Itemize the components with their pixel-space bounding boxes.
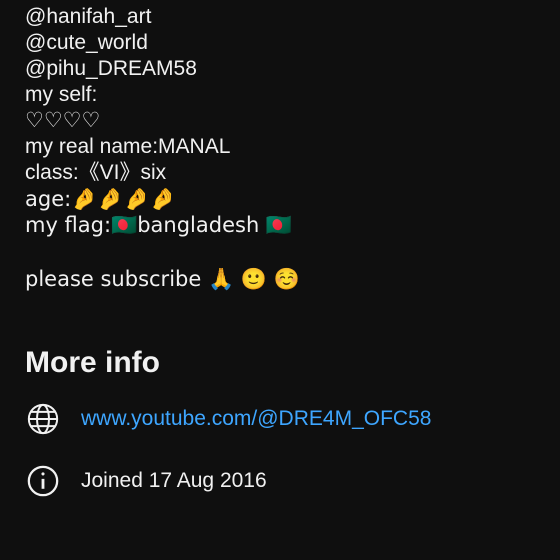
bio-line-my-self: my self: bbox=[25, 83, 98, 106]
globe-icon bbox=[25, 401, 61, 437]
bio-line-class: class:《VI》six bbox=[25, 161, 167, 184]
joined-date: Joined 17 Aug 2016 bbox=[81, 469, 267, 492]
bio-line-hearts: ♡♡♡♡ bbox=[25, 109, 101, 132]
channel-link[interactable]: www.youtube.com/@DRE4M_OFC58 bbox=[81, 407, 431, 431]
bio-line-cute-world: @cute_world bbox=[25, 31, 148, 54]
joined-date-row: Joined 17 Aug 2016 bbox=[25, 461, 267, 501]
bio-line-real-name: my real name:MANAL bbox=[25, 135, 231, 158]
info-icon bbox=[25, 463, 61, 499]
bio-line-pihu-dream58: @pihu_DREAM58 bbox=[25, 57, 197, 80]
channel-link-row[interactable]: www.youtube.com/@DRE4M_OFC58 bbox=[25, 399, 431, 439]
bio-line-blank bbox=[25, 238, 545, 266]
bio-line-hanifah-art: @hanifah_art bbox=[25, 5, 152, 28]
bio-line-subscribe: please subscribe 🙏 🙂 ☺️ bbox=[25, 267, 300, 291]
channel-description: @hanifah_art @cute_world @pihu_DREAM58 m… bbox=[25, 0, 545, 292]
more-info-heading: More info bbox=[25, 346, 160, 379]
bio-line-flag: my flag:🇧🇩bangladesh 🇧🇩 bbox=[25, 213, 293, 237]
bio-line-age: age:🤌🤌🤌🤌 bbox=[25, 187, 176, 211]
